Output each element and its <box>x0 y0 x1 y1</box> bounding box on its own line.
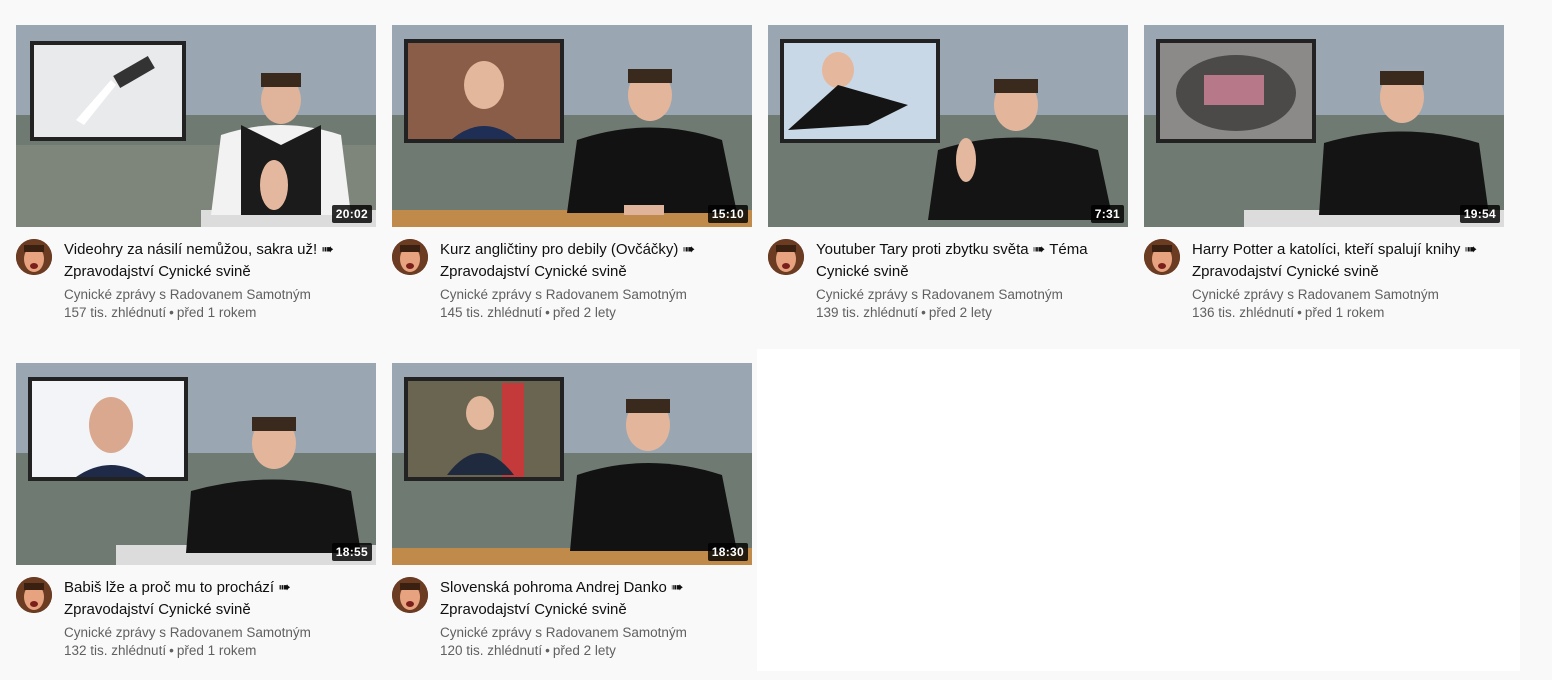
separator-dot: • <box>545 305 550 320</box>
upload-age: před 1 rokem <box>176 643 257 658</box>
video-stats: 136 tis. zhlédnutí • před 1 rokem <box>1192 304 1480 322</box>
video-row: 20:02 Videohry za násilí nemůžou, sakra … <box>16 25 1504 339</box>
video-thumbnail[interactable]: 19:54 <box>1144 25 1504 227</box>
video-title[interactable]: Youtuber Tary proti zbytku světa ➠ Téma … <box>816 239 1104 283</box>
upload-age: před 1 rokem <box>1304 305 1385 320</box>
video-meta: Slovenská pohroma Andrej Danko ➠ Zpravod… <box>392 577 752 660</box>
video-info: Videohry za násilí nemůžou, sakra už! ➠ … <box>64 239 376 322</box>
view-count: 157 tis. zhlédnutí <box>64 305 167 320</box>
channel-avatar[interactable] <box>768 239 804 275</box>
video-duration: 15:10 <box>707 205 748 223</box>
channel-avatar[interactable] <box>392 577 428 613</box>
video-info: Youtuber Tary proti zbytku světa ➠ Téma … <box>816 239 1128 322</box>
upload-age: před 1 rokem <box>176 305 257 320</box>
separator-dot: • <box>169 643 174 658</box>
video-meta: Harry Potter a katolíci, kteří spalují k… <box>1144 239 1504 322</box>
thumbnail-image <box>392 25 752 227</box>
video-title[interactable]: Kurz angličtiny pro debily (Ovčáčky) ➠ Z… <box>440 239 728 283</box>
video-duration: 20:02 <box>331 205 372 223</box>
video-duration: 18:30 <box>707 543 748 561</box>
upload-age: před 2 lety <box>552 643 616 658</box>
video-meta: Videohry za násilí nemůžou, sakra už! ➠ … <box>16 239 376 322</box>
channel-name[interactable]: Cynické zprávy s Radovanem Samotným <box>440 624 728 642</box>
video-thumbnail[interactable]: 18:55 <box>16 363 376 565</box>
channel-name[interactable]: Cynické zprávy s Radovanem Samotným <box>64 624 352 642</box>
video-card[interactable]: 7:31 Youtuber Tary proti zbytku světa ➠ … <box>768 25 1128 339</box>
video-stats: 120 tis. zhlédnutí • před 2 lety <box>440 642 728 660</box>
video-card[interactable]: 20:02 Videohry za násilí nemůžou, sakra … <box>16 25 376 339</box>
video-info: Babiš lže a proč mu to prochází ➠ Zpravo… <box>64 577 376 660</box>
channel-avatar[interactable] <box>1144 239 1180 275</box>
video-card[interactable]: 15:10 Kurz angličtiny pro debily (Ovčáčk… <box>392 25 752 339</box>
video-card[interactable]: 19:54 Harry Potter a katolíci, kteří spa… <box>1144 25 1504 339</box>
video-thumbnail[interactable]: 20:02 <box>16 25 376 227</box>
channel-name[interactable]: Cynické zprávy s Radovanem Samotným <box>1192 286 1480 304</box>
thumbnail-image <box>16 363 376 565</box>
video-duration: 18:55 <box>331 543 372 561</box>
video-stats: 157 tis. zhlédnutí • před 1 rokem <box>64 304 352 322</box>
video-stats: 145 tis. zhlédnutí • před 2 lety <box>440 304 728 322</box>
channel-avatar[interactable] <box>16 239 52 275</box>
video-duration: 19:54 <box>1459 205 1500 223</box>
view-count: 145 tis. zhlédnutí <box>440 305 543 320</box>
video-thumbnail[interactable]: 15:10 <box>392 25 752 227</box>
video-grid: 20:02 Videohry za násilí nemůžou, sakra … <box>16 25 1504 677</box>
video-thumbnail[interactable]: 18:30 <box>392 363 752 565</box>
channel-name[interactable]: Cynické zprávy s Radovanem Samotným <box>64 286 352 304</box>
thumbnail-image <box>16 25 376 227</box>
view-count: 132 tis. zhlédnutí <box>64 643 167 658</box>
channel-avatar[interactable] <box>392 239 428 275</box>
video-title[interactable]: Slovenská pohroma Andrej Danko ➠ Zpravod… <box>440 577 728 621</box>
video-card[interactable]: 18:55 Babiš lže a proč mu to prochází ➠ … <box>16 363 376 677</box>
thumbnail-image <box>392 363 752 565</box>
view-count: 136 tis. zhlédnutí <box>1192 305 1295 320</box>
video-info: Harry Potter a katolíci, kteří spalují k… <box>1192 239 1504 322</box>
video-meta: Babiš lže a proč mu to prochází ➠ Zpravo… <box>16 577 376 660</box>
video-row: 18:55 Babiš lže a proč mu to prochází ➠ … <box>16 363 1504 677</box>
separator-dot: • <box>169 305 174 320</box>
separator-dot: • <box>545 643 550 658</box>
view-count: 139 tis. zhlédnutí <box>816 305 919 320</box>
video-stats: 132 tis. zhlédnutí • před 1 rokem <box>64 642 352 660</box>
video-meta: Youtuber Tary proti zbytku světa ➠ Téma … <box>768 239 1128 322</box>
upload-age: před 2 lety <box>552 305 616 320</box>
video-card[interactable]: 18:30 Slovenská pohroma Andrej Danko ➠ Z… <box>392 363 752 677</box>
video-meta: Kurz angličtiny pro debily (Ovčáčky) ➠ Z… <box>392 239 752 322</box>
upload-age: před 2 lety <box>928 305 992 320</box>
video-thumbnail[interactable]: 7:31 <box>768 25 1128 227</box>
separator-dot: • <box>921 305 926 320</box>
video-title[interactable]: Harry Potter a katolíci, kteří spalují k… <box>1192 239 1480 283</box>
channel-name[interactable]: Cynické zprávy s Radovanem Samotným <box>816 286 1104 304</box>
view-count: 120 tis. zhlédnutí <box>440 643 543 658</box>
channel-name[interactable]: Cynické zprávy s Radovanem Samotným <box>440 286 728 304</box>
video-title[interactable]: Babiš lže a proč mu to prochází ➠ Zpravo… <box>64 577 352 621</box>
video-title[interactable]: Videohry za násilí nemůžou, sakra už! ➠ … <box>64 239 352 283</box>
channel-avatar[interactable] <box>16 577 52 613</box>
video-info: Kurz angličtiny pro debily (Ovčáčky) ➠ Z… <box>440 239 752 322</box>
video-info: Slovenská pohroma Andrej Danko ➠ Zpravod… <box>440 577 752 660</box>
video-stats: 139 tis. zhlédnutí • před 2 lety <box>816 304 1104 322</box>
video-duration: 7:31 <box>1090 205 1124 223</box>
thumbnail-image <box>768 25 1128 227</box>
thumbnail-image <box>1144 25 1504 227</box>
separator-dot: • <box>1297 305 1302 320</box>
